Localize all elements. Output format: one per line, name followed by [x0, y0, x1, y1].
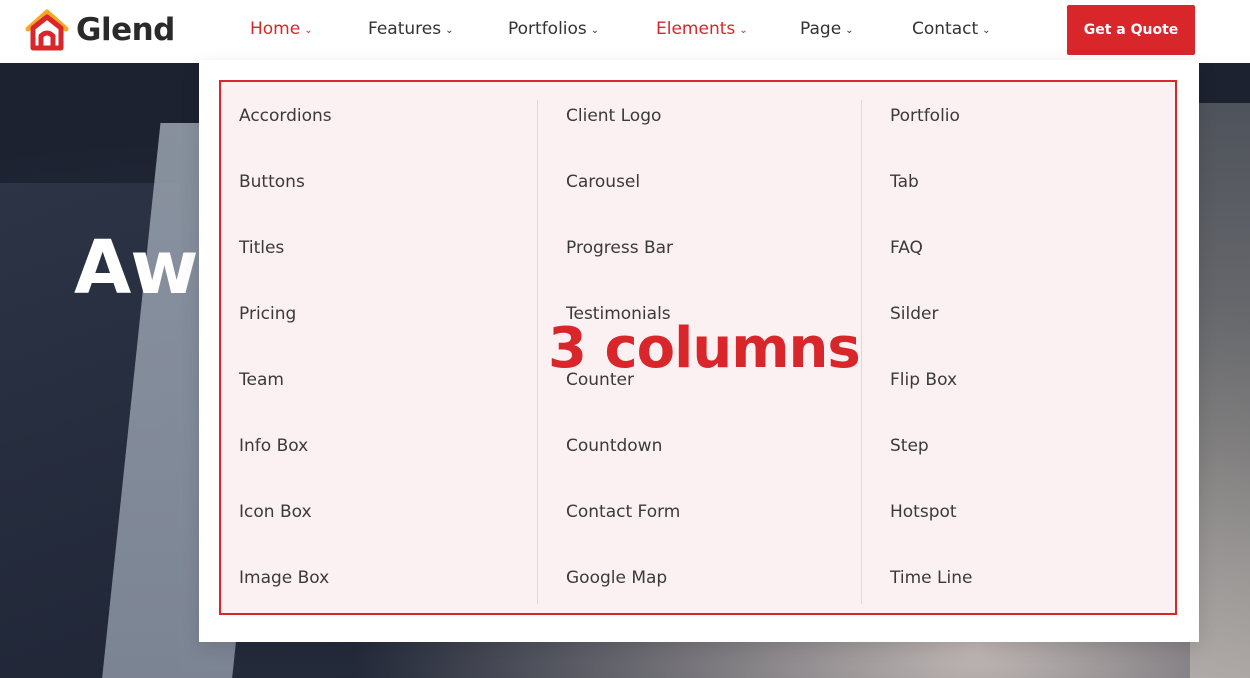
chevron-down-icon: ⌄	[304, 24, 313, 36]
menu-link-hotspot[interactable]: Hotspot	[890, 502, 957, 522]
nav-label: Home	[250, 19, 301, 39]
menu-link-image-box[interactable]: Image Box	[239, 568, 329, 588]
menu-link-pricing[interactable]: Pricing	[239, 304, 296, 324]
menu-link-client-logo[interactable]: Client Logo	[566, 106, 661, 126]
menu-link-google-map[interactable]: Google Map	[566, 568, 667, 588]
menu-link-portfolio[interactable]: Portfolio	[890, 106, 960, 126]
nav-item-contact[interactable]: Contact ⌄	[912, 19, 991, 39]
chevron-down-icon: ⌄	[845, 24, 854, 36]
hero-background-light	[1190, 103, 1250, 678]
menu-link-silder[interactable]: Silder	[890, 304, 938, 324]
menu-link-team[interactable]: Team	[239, 370, 284, 390]
menu-link-countdown[interactable]: Countdown	[566, 436, 662, 456]
mega-menu-column-1: Accordions Buttons Titles Pricing Team I…	[221, 100, 547, 604]
menu-link-faq[interactable]: FAQ	[890, 238, 923, 258]
menu-link-buttons[interactable]: Buttons	[239, 172, 305, 192]
nav-label: Elements	[656, 19, 736, 39]
chevron-down-icon: ⌄	[739, 24, 748, 36]
get-a-quote-button[interactable]: Get a Quote	[1067, 5, 1195, 55]
mega-menu-column-3: Portfolio Tab FAQ Silder Flip Box Step H…	[861, 100, 1187, 604]
nav-item-features[interactable]: Features ⌄	[368, 19, 454, 39]
mega-menu-panel: Accordions Buttons Titles Pricing Team I…	[219, 80, 1177, 615]
menu-link-counter[interactable]: Counter	[566, 370, 634, 390]
menu-link-info-box[interactable]: Info Box	[239, 436, 308, 456]
nav-item-page[interactable]: Page ⌄	[800, 19, 854, 39]
nav-label: Features	[368, 19, 442, 39]
menu-link-titles[interactable]: Titles	[239, 238, 284, 258]
menu-link-testimonials[interactable]: Testimonials	[566, 304, 671, 324]
nav-label: Contact	[912, 19, 979, 39]
menu-link-icon-box[interactable]: Icon Box	[239, 502, 312, 522]
menu-link-carousel[interactable]: Carousel	[566, 172, 640, 192]
nav-item-elements[interactable]: Elements ⌄	[656, 19, 748, 39]
mega-menu-column-2: Client Logo Carousel Progress Bar Testim…	[537, 100, 863, 604]
chevron-down-icon: ⌄	[982, 24, 991, 36]
elements-mega-menu: Accordions Buttons Titles Pricing Team I…	[199, 60, 1199, 642]
logo[interactable]: Glend	[24, 8, 175, 52]
chevron-down-icon: ⌄	[590, 24, 600, 36]
nav-item-portfolios[interactable]: Portfolios ⌄	[508, 19, 599, 39]
house-logo-icon	[25, 9, 69, 51]
nav-label: Page	[800, 19, 842, 39]
nav-label: Portfolios	[508, 19, 587, 39]
menu-link-flip-box[interactable]: Flip Box	[890, 370, 957, 390]
chevron-down-icon: ⌄	[445, 24, 454, 36]
menu-link-contact-form[interactable]: Contact Form	[566, 502, 680, 522]
nav-item-home[interactable]: Home ⌄	[250, 19, 313, 39]
menu-link-progress-bar[interactable]: Progress Bar	[566, 238, 673, 258]
logo-text: Glend	[76, 12, 175, 48]
menu-link-time-line[interactable]: Time Line	[890, 568, 972, 588]
menu-link-accordions[interactable]: Accordions	[239, 106, 332, 126]
site-header: Glend Home ⌄ Features ⌄ Portfolios ⌄ Ele…	[0, 0, 1250, 63]
menu-link-step[interactable]: Step	[890, 436, 929, 456]
menu-link-tab[interactable]: Tab	[890, 172, 919, 192]
